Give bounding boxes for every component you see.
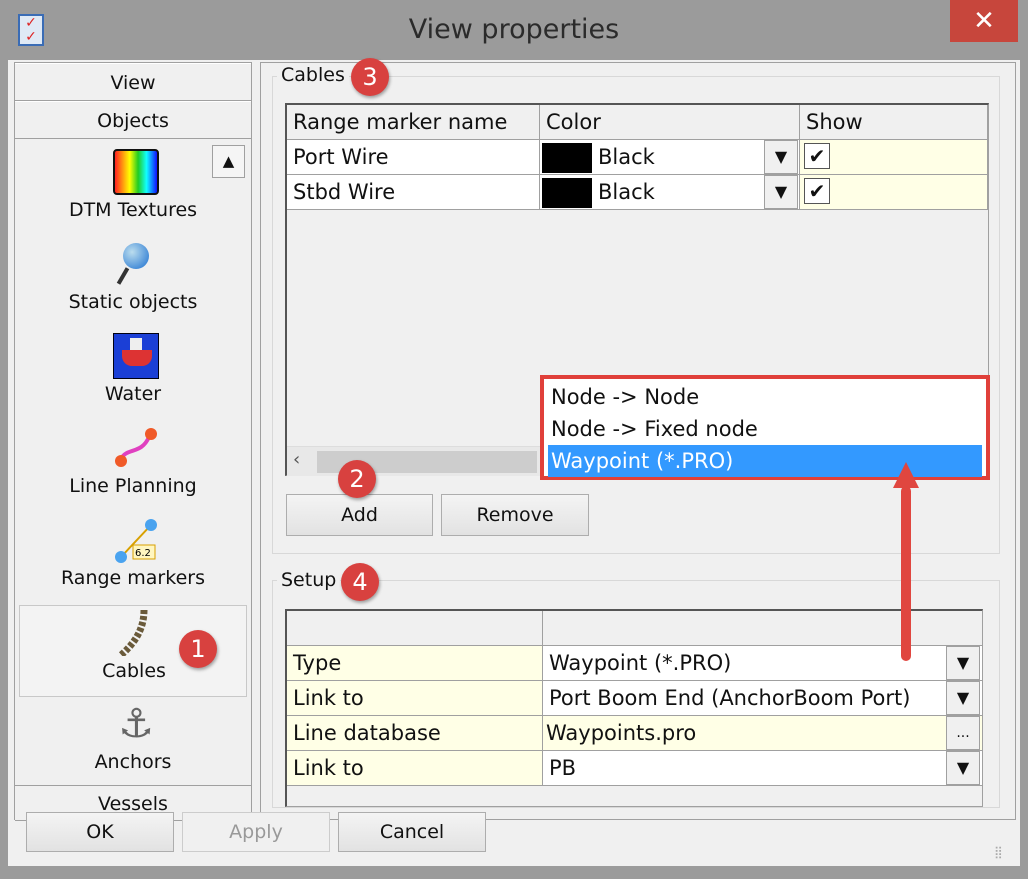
remove-button[interactable]: Remove bbox=[441, 494, 589, 536]
annotation-badge-1: 1 bbox=[179, 630, 217, 668]
window-title: View properties bbox=[408, 14, 620, 45]
link-to-2-dropdown-button[interactable]: ▼ bbox=[946, 751, 980, 785]
sidebar-item-label: Static objects bbox=[68, 291, 198, 313]
sidebar-category-objects[interactable]: Objects bbox=[15, 101, 251, 139]
sidebar-item-label: Cables bbox=[102, 660, 166, 682]
add-button[interactable]: Add bbox=[286, 494, 433, 536]
setup-label-link-to: Link to bbox=[287, 681, 543, 716]
dropdown-option[interactable]: Node -> Node bbox=[548, 381, 982, 413]
sidebar-item-label: Line Planning bbox=[69, 475, 197, 497]
sidebar-item-label: Anchors bbox=[94, 751, 172, 773]
annotation-badge-4: 4 bbox=[341, 563, 379, 601]
browse-button[interactable]: ... bbox=[946, 716, 980, 750]
setup-table: Type Waypoint (*.PRO) ▼ Link to Port Boo… bbox=[285, 609, 983, 807]
setup-value-link-to[interactable]: Port Boom End (AnchorBoom Port) bbox=[543, 681, 983, 716]
scroll-left-icon[interactable]: ‹ bbox=[293, 449, 300, 470]
cancel-button[interactable]: Cancel bbox=[338, 812, 486, 852]
setup-label-link-to-2: Link to bbox=[287, 751, 543, 786]
column-header-name[interactable]: Range marker name bbox=[287, 105, 540, 140]
color-label: Black bbox=[598, 145, 655, 169]
sidebar-item-label: Range markers bbox=[61, 567, 205, 589]
sidebar-item-static-objects[interactable]: Static objects bbox=[19, 237, 247, 327]
water-icon bbox=[113, 333, 159, 379]
annotation-arrow bbox=[893, 462, 919, 661]
setup-label-type: Type bbox=[287, 646, 543, 681]
ok-button[interactable]: OK bbox=[26, 812, 174, 852]
sidebar-item-anchors[interactable]: ⚓ Anchors bbox=[19, 697, 247, 787]
range-marker-icon-text: 6.2 bbox=[135, 548, 151, 559]
type-dropdown-button[interactable]: ▼ bbox=[946, 646, 980, 680]
column-header-color[interactable]: Color bbox=[540, 105, 800, 140]
column-header-show[interactable]: Show bbox=[800, 105, 988, 140]
setup-group-label: Setup bbox=[277, 569, 341, 591]
line-planning-icon bbox=[113, 425, 159, 471]
cable-color-cell[interactable]: Black bbox=[540, 140, 800, 175]
annotation-badge-2: 2 bbox=[338, 460, 376, 498]
color-dropdown-button[interactable]: ▼ bbox=[764, 140, 798, 174]
type-dropdown-list: Node -> Node Node -> Fixed node Waypoint… bbox=[540, 375, 990, 480]
sidebar-item-line-planning[interactable]: Line Planning bbox=[19, 421, 247, 511]
apply-button[interactable]: Apply bbox=[182, 812, 330, 852]
cables-group-label: Cables bbox=[277, 64, 349, 86]
annotation-badge-3: 3 bbox=[351, 58, 389, 96]
sidebar-item-label: Water bbox=[104, 383, 162, 405]
setup-value-line-database[interactable]: Waypoints.pro bbox=[543, 716, 983, 751]
dropdown-option[interactable]: Node -> Fixed node bbox=[548, 413, 982, 445]
color-swatch bbox=[542, 143, 592, 173]
setup-label-line-database: Line database bbox=[287, 716, 543, 751]
setup-value-link-to-2[interactable]: PB bbox=[543, 751, 983, 786]
setup-header-cell bbox=[287, 611, 543, 646]
sidebar-item-label: DTM Textures bbox=[68, 199, 198, 221]
sidebar-item-water[interactable]: Water bbox=[19, 329, 247, 419]
close-icon[interactable]: ✕ bbox=[950, 0, 1018, 42]
color-label: Black bbox=[598, 180, 655, 204]
resize-grip-icon[interactable]: ⣿ bbox=[994, 845, 1003, 859]
show-checkbox[interactable]: ✔ bbox=[804, 143, 830, 169]
range-markers-icon: 6.2 bbox=[113, 517, 159, 563]
cable-name-cell[interactable]: Port Wire bbox=[287, 140, 540, 175]
color-dropdown-button[interactable]: ▼ bbox=[764, 175, 798, 209]
sidebar-category-view[interactable]: View bbox=[15, 63, 251, 101]
link-to-dropdown-button[interactable]: ▼ bbox=[946, 681, 980, 715]
cable-color-cell[interactable]: Black bbox=[540, 175, 800, 210]
dtm-textures-icon bbox=[113, 149, 159, 195]
static-objects-icon bbox=[113, 241, 159, 287]
show-checkbox[interactable]: ✔ bbox=[804, 178, 830, 204]
anchors-icon: ⚓ bbox=[118, 701, 154, 747]
cables-icon bbox=[114, 609, 160, 659]
cable-name-cell[interactable]: Stbd Wire bbox=[287, 175, 540, 210]
sidebar-item-range-markers[interactable]: 6.2 Range markers bbox=[19, 513, 247, 603]
scroll-up-button[interactable]: ▲ bbox=[212, 145, 245, 178]
color-swatch bbox=[542, 178, 592, 208]
